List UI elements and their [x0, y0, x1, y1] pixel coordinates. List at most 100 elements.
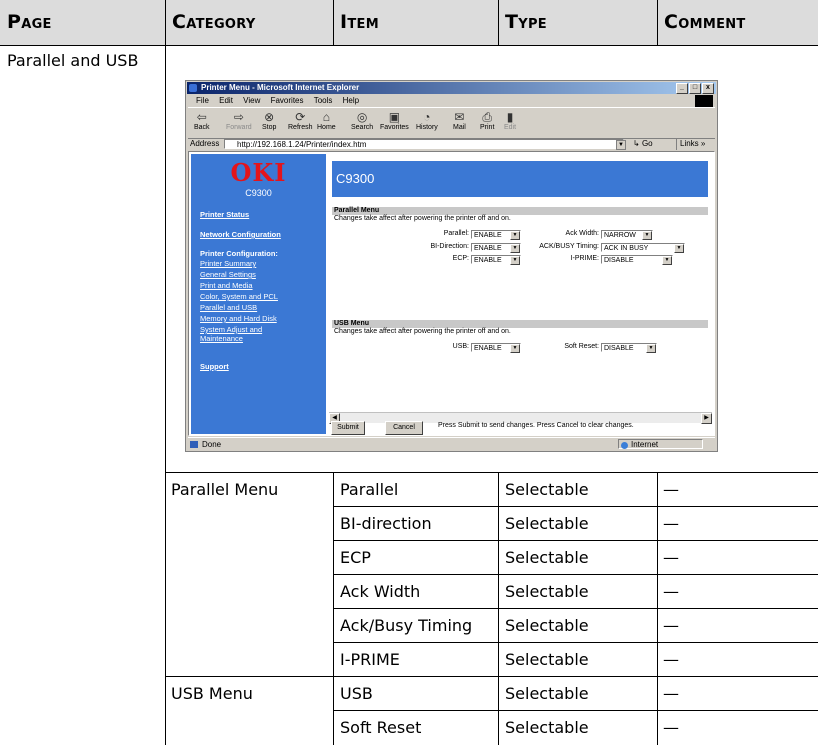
address-dropdown-icon[interactable]: ▼: [616, 140, 626, 150]
nav-memory-and-hard-disk[interactable]: Memory and Hard Disk: [200, 314, 277, 323]
menu-favorites[interactable]: Favorites: [271, 96, 304, 105]
type-cell: Selectable: [505, 582, 589, 601]
menu-help[interactable]: Help: [343, 96, 359, 105]
maximize-button[interactable]: □: [689, 83, 701, 94]
search-icon: ◎: [356, 110, 368, 124]
history-label: History: [416, 124, 438, 131]
type-cell: Selectable: [505, 684, 589, 703]
bidirection-value: ENABLE: [474, 245, 502, 252]
mail-label: Mail: [453, 124, 466, 131]
browser-window: Printer Menu - Microsoft Internet Explor…: [185, 80, 718, 452]
nav-print-and-media[interactable]: Print and Media: [200, 281, 253, 290]
soft-reset-select[interactable]: DISABLE ▼: [601, 343, 657, 353]
close-button[interactable]: x: [702, 83, 714, 94]
nav-maintenance[interactable]: Maintenance: [200, 334, 243, 343]
stop-button[interactable]: ⊗ Stop: [262, 110, 276, 131]
chevron-down-icon: ▼: [642, 231, 652, 240]
menu-edit[interactable]: Edit: [219, 96, 233, 105]
nav-general-settings[interactable]: General Settings: [200, 270, 256, 279]
cancel-button[interactable]: Cancel: [385, 421, 423, 435]
nav-parallel-and-usb[interactable]: Parallel and USB: [200, 303, 257, 312]
usb-section-title: USB Menu: [332, 320, 708, 328]
minimize-button[interactable]: _: [676, 83, 688, 94]
globe-icon: [621, 442, 628, 449]
address-input[interactable]: http://192.168.1.24/Printer/index.htm: [224, 139, 624, 149]
nav-printer-configuration: Printer Configuration:: [200, 249, 278, 258]
browser-toolbar: ⇦ Back ⇨ Forward ⊗ Stop ⟳ Refresh ⌂ Home ◎ Sea…: [188, 107, 715, 139]
nav-network-configuration[interactable]: Network Configuration: [200, 230, 281, 239]
history-button[interactable]: ◔ History: [416, 110, 438, 131]
stop-icon: ⊗: [264, 110, 275, 124]
table-header: Page Category Item Type Comment: [0, 0, 818, 46]
edit-button[interactable]: ▮ Edit: [504, 110, 516, 131]
ack-width-select[interactable]: NARROW ▼: [601, 230, 653, 240]
address-bar: Address http://192.168.1.24/Printer/inde…: [188, 138, 715, 150]
comment-cell: —: [663, 514, 679, 533]
usb-select[interactable]: ENABLE ▼: [471, 343, 521, 353]
submit-button[interactable]: Submit: [331, 421, 365, 435]
nav-printer-status[interactable]: Printer Status: [200, 210, 249, 219]
edit-label: Edit: [504, 124, 517, 131]
nav-support[interactable]: Support: [200, 362, 229, 371]
ack-busy-select[interactable]: ACK IN BUSY ▼: [601, 243, 685, 253]
column-divider: [498, 0, 499, 45]
parallel-note: Changes take affect after powering the p…: [334, 215, 511, 222]
ecp-select[interactable]: ENABLE ▼: [471, 255, 521, 265]
type-cell: Selectable: [505, 718, 589, 737]
menu-view[interactable]: View: [243, 96, 260, 105]
browser-menubar: File Edit View Favorites Tools Help: [188, 95, 715, 106]
iprime-select[interactable]: DISABLE ▼: [601, 255, 673, 265]
soft-reset-value: DISABLE: [604, 345, 634, 352]
favorites-label: Favorites: [380, 124, 409, 131]
parallel-select[interactable]: ENABLE ▼: [471, 230, 521, 240]
usb-label: USB:: [452, 343, 469, 350]
browser-title: Printer Menu - Microsoft Internet Explor…: [201, 83, 360, 92]
ack-width-label: Ack Width:: [565, 230, 599, 237]
iprime-value: DISABLE: [604, 257, 634, 264]
menu-file[interactable]: File: [196, 96, 209, 105]
column-divider: [657, 0, 658, 45]
search-button[interactable]: ◎ Search: [351, 110, 373, 131]
favorites-button[interactable]: ▣ Favorites: [380, 110, 409, 131]
header-page: Page: [7, 11, 52, 33]
ie-icon: [189, 84, 197, 92]
browser-titlebar: Printer Menu - Microsoft Internet Explor…: [187, 82, 716, 94]
type-cell: Selectable: [505, 514, 589, 533]
parallel-label: Parallel:: [443, 230, 469, 237]
menu-tools[interactable]: Tools: [314, 96, 333, 105]
refresh-label: Refresh: [288, 124, 313, 131]
nav-color-system-pcl[interactable]: Color, System and PCL: [200, 292, 278, 301]
item-cell: Parallel: [340, 480, 399, 499]
form-buttons: Submit Cancel Press Submit to send chang…: [329, 420, 712, 435]
ack-busy-value: ACK IN BUSY: [604, 245, 649, 252]
refresh-icon: ⟳: [295, 110, 306, 124]
links-button[interactable]: Links »: [676, 138, 705, 150]
header-comment: Comment: [664, 11, 746, 33]
column-divider: [165, 0, 166, 745]
refresh-button[interactable]: ⟳ Refresh: [288, 110, 313, 131]
forward-button[interactable]: ⇨ Forward: [226, 110, 252, 131]
parallel-value: ENABLE: [474, 232, 502, 239]
comment-cell: —: [663, 650, 679, 669]
back-button[interactable]: ⇦ Back: [194, 110, 210, 131]
nav-system-adjust[interactable]: System Adjust and: [200, 325, 262, 334]
comment-cell: —: [663, 582, 679, 601]
comment-cell: —: [663, 480, 679, 499]
ecp-value: ENABLE: [474, 257, 502, 264]
printer-sidebar: OKI C9300 Printer Status Network Configu…: [191, 154, 326, 434]
printer-content: C9300 Parallel Menu Changes take affect …: [329, 154, 712, 414]
zone-label: Internet: [631, 440, 659, 449]
chevron-down-icon: ▼: [674, 244, 684, 253]
go-button[interactable]: ↳ Go: [633, 138, 653, 150]
page-cell: Parallel and USB: [7, 51, 139, 70]
home-button[interactable]: ⌂ Home: [317, 110, 336, 131]
print-button[interactable]: ⎙ Print: [480, 110, 494, 131]
nav-printer-summary[interactable]: Printer Summary: [200, 259, 256, 268]
mail-button[interactable]: ✉ Mail: [453, 110, 466, 131]
item-cell: I-PRIME: [340, 650, 400, 669]
parallel-section-title: Parallel Menu: [332, 207, 708, 215]
header-category: Category: [172, 11, 256, 33]
buttons-note: Press Submit to send changes. Press Canc…: [438, 422, 634, 429]
back-arrow-icon: ⇦: [196, 110, 207, 124]
address-label: Address: [190, 139, 220, 148]
